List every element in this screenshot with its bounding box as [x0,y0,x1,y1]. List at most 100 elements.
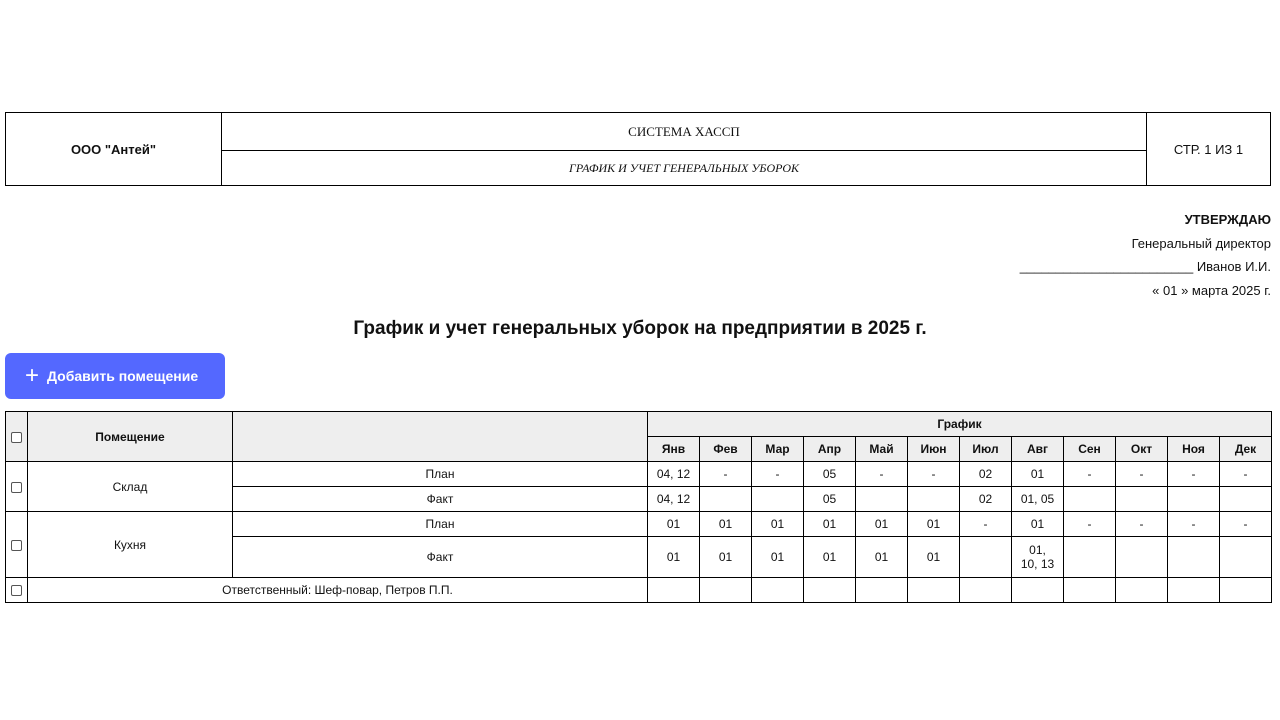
approval-date: « 01 » марта 2025 г. [1152,282,1271,298]
row-checkbox[interactable] [11,585,22,597]
plan-label: План [232,511,648,537]
fact-cell[interactable] [1219,486,1272,512]
plan-cell[interactable]: - [959,511,1012,537]
fact-label: Факт [232,536,648,578]
empty-cell[interactable] [647,577,700,603]
empty-cell[interactable] [855,577,908,603]
fact-cell[interactable] [1063,536,1116,578]
empty-cell[interactable] [1011,577,1064,603]
fact-cell[interactable] [1167,536,1220,578]
plan-cell[interactable]: - [855,461,908,487]
add-room-button[interactable]: + Добавить помещение [5,353,225,399]
fact-cell[interactable]: 01 [699,536,752,578]
fact-cell[interactable]: 01 [751,536,804,578]
table-row: Склад План 04, 12 - - 05 - - 02 01 - - -… [5,461,1272,512]
fact-cell[interactable]: 01 [907,536,960,578]
plan-cell[interactable]: 04, 12 [647,461,700,487]
fact-cell[interactable] [1115,536,1168,578]
approval-position: Генеральный директор [1131,235,1271,251]
row-checkbox[interactable] [11,539,22,551]
table-row: Кухня План 01 01 01 01 01 01 - 01 - - - … [5,511,1272,578]
plan-cell[interactable]: - [751,461,804,487]
empty-cell[interactable] [1167,577,1220,603]
page-title: График и учет генеральных уборок на пред… [353,318,927,339]
fact-cell[interactable] [699,486,752,512]
row-select-cell [5,461,28,512]
fact-cell[interactable]: 01, 10, 13 [1011,536,1064,578]
month-header: Ноя [1167,436,1220,462]
plan-cell[interactable]: - [1063,461,1116,487]
fact-cell[interactable]: 02 [959,486,1012,512]
cleaning-schedule-table: Помещение График Янв Фев Мар Апр Май Июн… [5,411,1272,603]
plan-cell[interactable]: - [1219,511,1272,537]
empty-cell[interactable] [803,577,856,603]
fact-cell[interactable]: 04, 12 [647,486,700,512]
month-header: Мар [751,436,804,462]
empty-cell[interactable] [751,577,804,603]
plan-cell[interactable]: - [907,461,960,487]
row-select-cell [5,511,28,578]
fact-cell[interactable]: 05 [803,486,856,512]
plan-cell[interactable]: 01 [855,511,908,537]
system-name: СИСТЕМА ХАССП [222,113,1146,151]
approval-block: УТВЕРЖДАЮ Генеральный директор _________… [1020,208,1271,302]
row-checkbox[interactable] [11,481,22,493]
month-header: Июл [959,436,1012,462]
company-name: ООО "Антей" [6,113,222,185]
plan-cell[interactable]: 01 [647,511,700,537]
plan-cell[interactable]: 01 [699,511,752,537]
empty-cell[interactable] [1115,577,1168,603]
month-header: Май [855,436,908,462]
empty-cell[interactable] [699,577,752,603]
month-header: Янв [647,436,700,462]
fact-cell[interactable] [855,486,908,512]
month-header: Июн [907,436,960,462]
month-header: Апр [803,436,856,462]
plan-cell[interactable]: 01 [751,511,804,537]
empty-cell[interactable] [1063,577,1116,603]
room-name: Склад [27,461,233,512]
month-header: Авг [1011,436,1064,462]
fact-cell[interactable] [907,486,960,512]
plan-cell[interactable]: - [1219,461,1272,487]
fact-cell[interactable] [1219,536,1272,578]
plan-cell[interactable]: 01 [1011,511,1064,537]
empty-cell[interactable] [1219,577,1272,603]
plan-cell[interactable]: - [699,461,752,487]
plan-cell[interactable]: - [1167,511,1220,537]
fact-cell[interactable]: 01 [803,536,856,578]
table-row: Ответственный: Шеф-повар, Петров П.П. [5,577,1272,603]
fact-cell[interactable] [1167,486,1220,512]
empty-cell[interactable] [959,577,1012,603]
plan-cell[interactable]: - [1115,461,1168,487]
fact-cell[interactable] [959,536,1012,578]
plan-cell[interactable]: 01 [1011,461,1064,487]
plan-cell[interactable]: 01 [907,511,960,537]
select-all-checkbox[interactable] [11,431,22,443]
fact-cell[interactable] [1115,486,1168,512]
row-select-cell [5,577,28,603]
approval-signature: ________________________ Иванов И.И. [1019,259,1271,274]
plan-cell[interactable]: - [1115,511,1168,537]
add-room-button-label: Добавить помещение [47,368,199,384]
header-blank [232,411,648,462]
plan-cell[interactable]: - [1167,461,1220,487]
plan-cell[interactable]: - [1063,511,1116,537]
fact-cell[interactable]: 01 [855,536,908,578]
plan-label: План [232,461,648,487]
fact-cell[interactable] [751,486,804,512]
month-header: Фев [699,436,752,462]
header-center: СИСТЕМА ХАССП ГРАФИК И УЧЕТ ГЕНЕРАЛЬНЫХ … [222,113,1147,185]
plan-cell[interactable]: 05 [803,461,856,487]
fact-cell[interactable]: 01 [647,536,700,578]
header-schedule: График [647,411,1272,437]
document-name: ГРАФИК И УЧЕТ ГЕНЕРАЛЬНЫХ УБОРОК [569,160,799,175]
fact-cell[interactable]: 01, 05 [1011,486,1064,512]
empty-cell[interactable] [907,577,960,603]
month-header: Окт [1115,436,1168,462]
plan-cell[interactable]: 01 [803,511,856,537]
plan-cell[interactable]: 02 [959,461,1012,487]
plus-icon: + [25,362,40,389]
month-header: Дек [1219,436,1272,462]
fact-cell[interactable] [1063,486,1116,512]
